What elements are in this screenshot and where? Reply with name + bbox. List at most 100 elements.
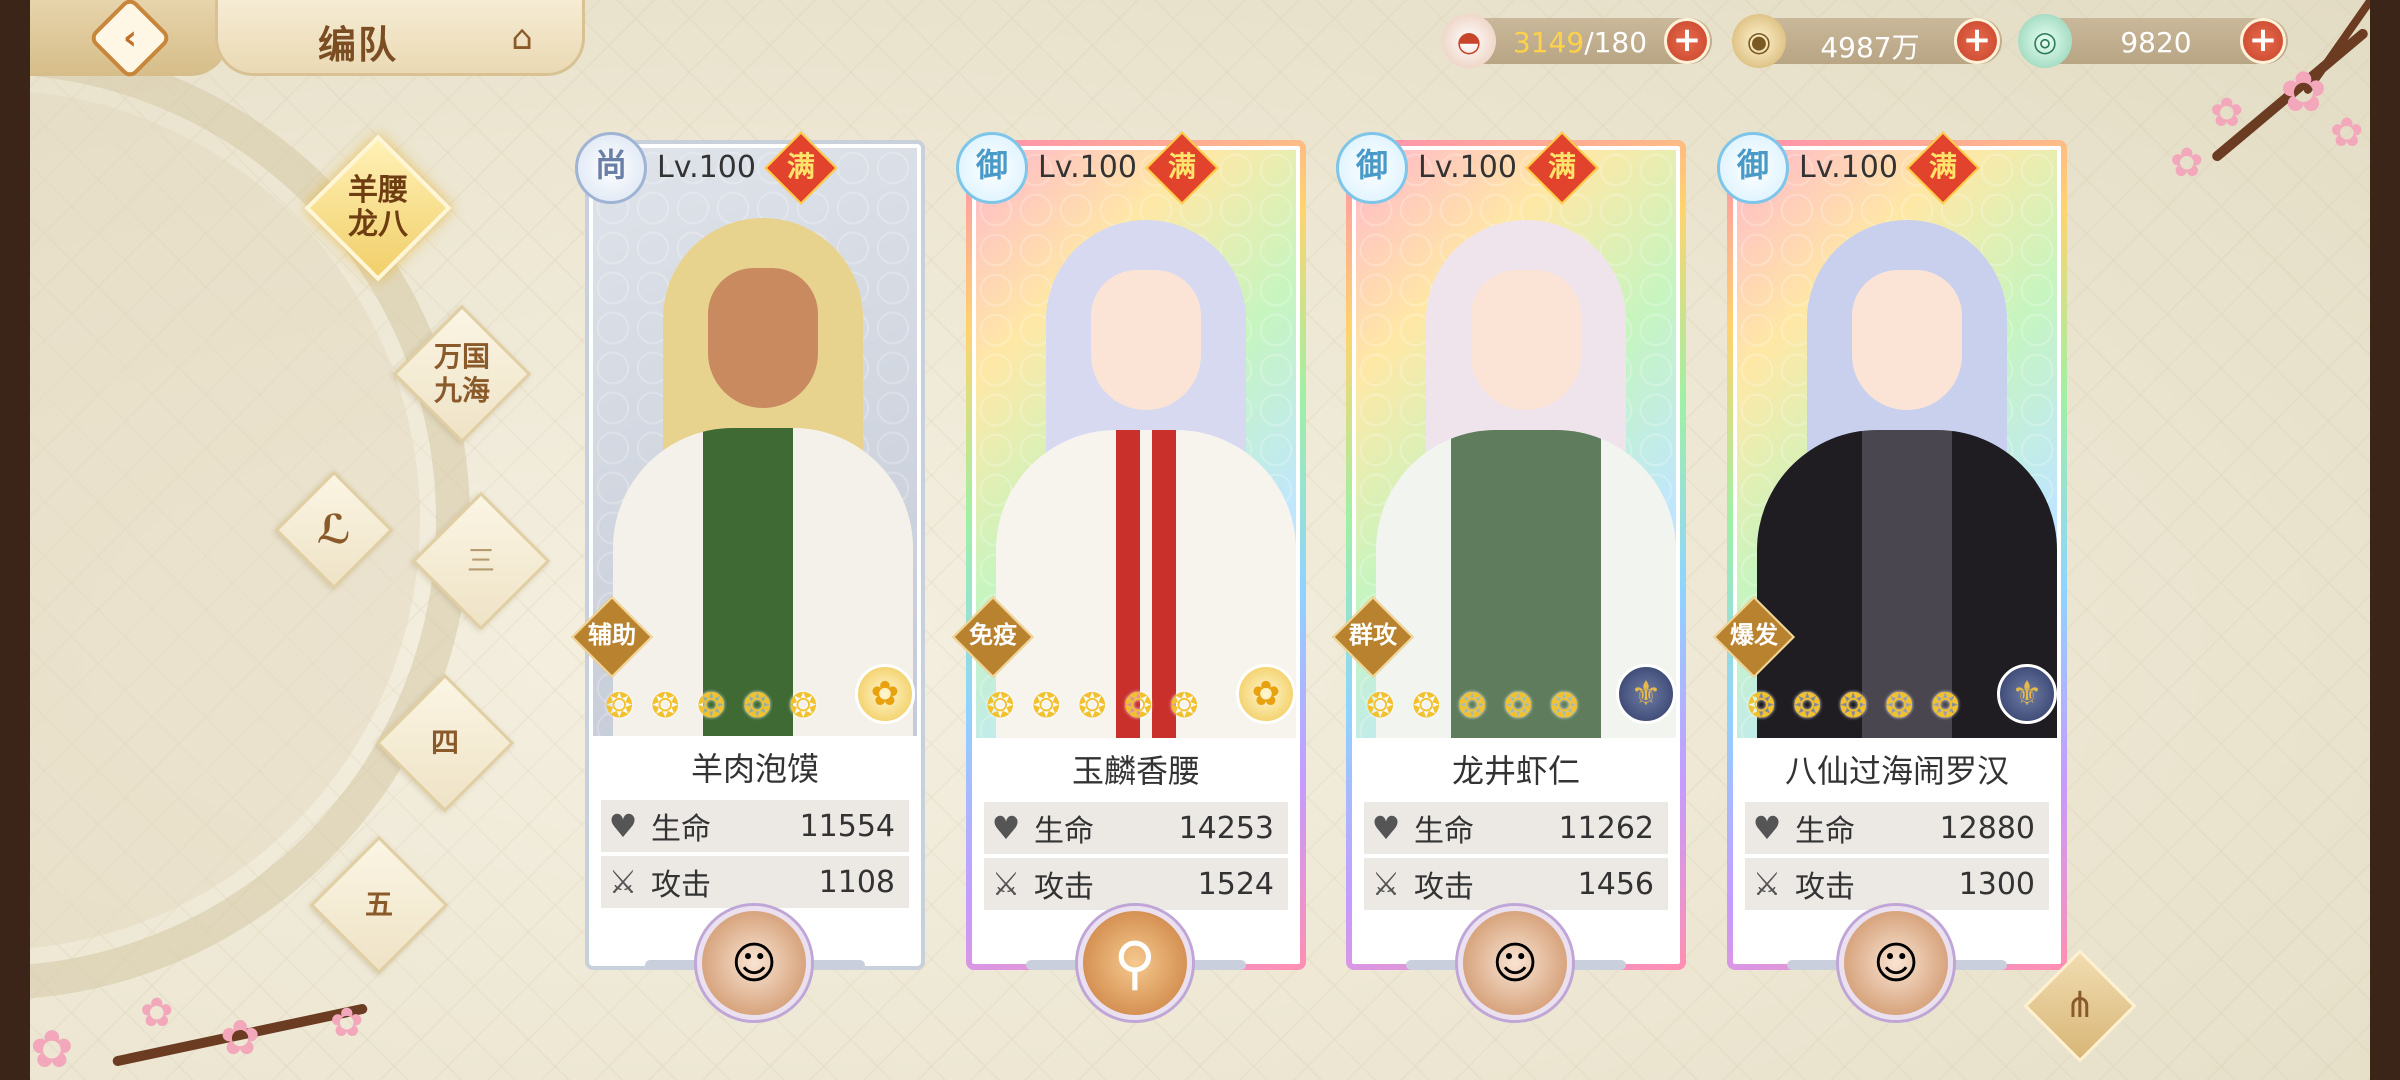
face	[1852, 270, 1962, 410]
heart-icon: ♥	[1752, 809, 1782, 847]
jade-value: 9820	[2120, 26, 2192, 59]
star-icon: ❂	[1504, 686, 1533, 726]
sword-icon: ⚔	[991, 865, 1021, 903]
top-bar: ‹ 编队 ⌂ ◓ 3149/180 + ◉ 4987万 + ◎ 9820 +	[30, 0, 2370, 81]
hp-value: 12880	[1939, 810, 2035, 846]
resource-stamina: ◓ 3149/180 +	[1442, 14, 1712, 68]
max-level-text: 满	[1547, 150, 1576, 183]
level-label: Lv.100	[1418, 150, 1517, 185]
add-jade-button[interactable]: +	[2240, 18, 2286, 64]
role-badge: 爆发	[1712, 595, 1796, 679]
hp-label: 生命	[1414, 814, 1474, 849]
character-card-1[interactable]: 羊肉泡馍 ♥ 生命 11554 ⚔ 攻击 1108 尚 Lv.100 满 辅助 …	[570, 131, 925, 1020]
sword-icon: ⚔	[1371, 865, 1401, 903]
flower-element-icon: ✿	[1236, 664, 1296, 724]
coin-icon: ◉	[1732, 14, 1786, 68]
hp-label: 生命	[1034, 814, 1094, 849]
game-screen: ✿ ✿ ✿ ✿ ✿ ✿ ✿ ✿ ‹ 编队 ⌂ ◓ 3149/180 + ◉ 49…	[30, 0, 2370, 1080]
pavilion-icon[interactable]: ⌂	[500, 16, 544, 60]
level-label: Lv.100	[1799, 150, 1898, 185]
face	[1091, 270, 1201, 410]
attack-value: 1456	[1577, 866, 1654, 902]
heart-icon: ♥	[991, 809, 1021, 847]
star-icon: ❂	[1885, 686, 1914, 726]
star-icon: ❂	[1170, 686, 1199, 726]
blossom-icon: ✿	[2210, 90, 2244, 136]
attack-label: 攻击	[1795, 870, 1855, 905]
resource-jade: ◎ 9820 +	[2018, 14, 2288, 68]
add-stamina-button[interactable]: +	[1664, 18, 1710, 64]
chef-avatar-icon: ☺	[1492, 937, 1538, 989]
chef-avatar-button[interactable]: ☺	[697, 906, 811, 1020]
stamina-max: /180	[1584, 26, 1648, 59]
star-icon: ❂	[1793, 686, 1822, 726]
hp-row: ♥ 生命 11554	[601, 800, 909, 852]
rank-badge: 御	[1336, 132, 1408, 204]
star-icon: ❂	[1747, 686, 1776, 726]
blossom-icon: ✿	[30, 1020, 74, 1080]
face	[1471, 270, 1581, 410]
team-tab-label: 四	[430, 726, 459, 759]
attack-row: ⚔ 攻击 1300	[1745, 858, 2049, 910]
attack-label: 攻击	[1414, 870, 1474, 905]
character-name: 羊肉泡馍	[690, 750, 819, 788]
card-frame: 龙井虾仁 ♥ 生命 11262 ⚔ 攻击 1456	[1346, 140, 1686, 970]
hp-label: 生命	[651, 812, 711, 847]
character-name: 龙井虾仁	[1451, 752, 1580, 790]
level-label: Lv.100	[1038, 150, 1137, 185]
food-bowl-icon: ◓	[1442, 14, 1496, 68]
hp-value: 14253	[1178, 810, 1274, 846]
star-icon: ❂	[651, 686, 680, 726]
card-frame: 羊肉泡馍 ♥ 生命 11554 ⚔ 攻击 1108	[585, 140, 925, 970]
stamina-value: 3149/180	[1504, 26, 1656, 59]
role-text: 群攻	[1349, 621, 1397, 649]
role-badge: 免疫	[951, 595, 1035, 679]
card-frame: 玉麟香腰 ♥ 生命 14253 ⚔ 攻击 1524	[966, 140, 1306, 970]
blossom-icon: ✿	[140, 990, 174, 1036]
card-frame: 八仙过海闹罗汉 ♥ 生命 12880 ⚔ 攻击 1300	[1727, 140, 2067, 970]
role-text: 辅助	[588, 621, 636, 649]
chef-avatar-button[interactable]: ☺	[1839, 906, 1953, 1020]
character-name: 玉麟香腰	[1071, 752, 1200, 790]
star-rating: ❂ ❂ ❂ ❂ ❂	[1366, 688, 1592, 724]
blossom-icon: ✿	[330, 1000, 364, 1046]
chef-avatar-button[interactable]: ☺	[1458, 906, 1572, 1020]
sword-icon: ⚔	[608, 863, 638, 901]
blossom-icon: ✿	[220, 1010, 261, 1066]
character-card-4[interactable]: 八仙过海闹罗汉 ♥ 生命 12880 ⚔ 攻击 1300 御 Lv.100 满 …	[1712, 131, 2067, 1020]
attack-value: 1524	[1197, 866, 1274, 902]
star-rating: ❂ ❂ ❂ ❂ ❂	[1747, 688, 1973, 724]
attack-row: ⚔ 攻击 1456	[1364, 858, 1668, 910]
star-icon: ❂	[1550, 686, 1579, 726]
hp-label: 生命	[1795, 814, 1855, 849]
coins-value: 4987万	[1820, 31, 1920, 64]
character-card-2[interactable]: 玉麟香腰 ♥ 生命 14253 ⚔ 攻击 1524 御 Lv.100 满 免疫 …	[951, 131, 1306, 1020]
star-rating: ❂ ❂ ❂ ❂ ❂	[605, 688, 831, 724]
star-icon: ❂	[743, 686, 772, 726]
rank-badge: 尚	[575, 132, 647, 204]
level-label: Lv.100	[657, 150, 756, 185]
back-arrow-icon: ‹	[87, 0, 173, 81]
max-level-text: 满	[1167, 150, 1196, 183]
team-tab-label: 万国 九海	[433, 340, 490, 407]
max-level-text: 满	[786, 150, 815, 183]
hp-row: ♥ 生命 12880	[1745, 802, 2049, 854]
fleur-element-icon: ⚜	[1997, 664, 2057, 724]
character-card-3[interactable]: 龙井虾仁 ♥ 生命 11262 ⚔ 攻击 1456 御 Lv.100 满 群攻 …	[1331, 131, 1686, 1020]
title-tab: 编队 ⌂	[215, 0, 585, 76]
page-title: 编队	[318, 23, 399, 67]
add-coins-button[interactable]: +	[1954, 18, 2000, 64]
max-level-text: 满	[1928, 150, 1957, 183]
magnifier-icon: ⚲	[1113, 929, 1157, 997]
hp-value: 11262	[1558, 810, 1654, 846]
sword-icon: ⚔	[1752, 865, 1782, 903]
star-icon: ❂	[1078, 686, 1107, 726]
star-icon: ❂	[605, 686, 634, 726]
search-chef-button[interactable]: ⚲	[1078, 906, 1192, 1020]
role-text: 免疫	[969, 621, 1017, 649]
swirl-icon: ℒ	[316, 507, 352, 553]
role-text: 爆发	[1730, 621, 1778, 649]
face	[708, 268, 818, 408]
back-button[interactable]: ‹	[30, 0, 230, 81]
attack-label: 攻击	[1034, 870, 1094, 905]
